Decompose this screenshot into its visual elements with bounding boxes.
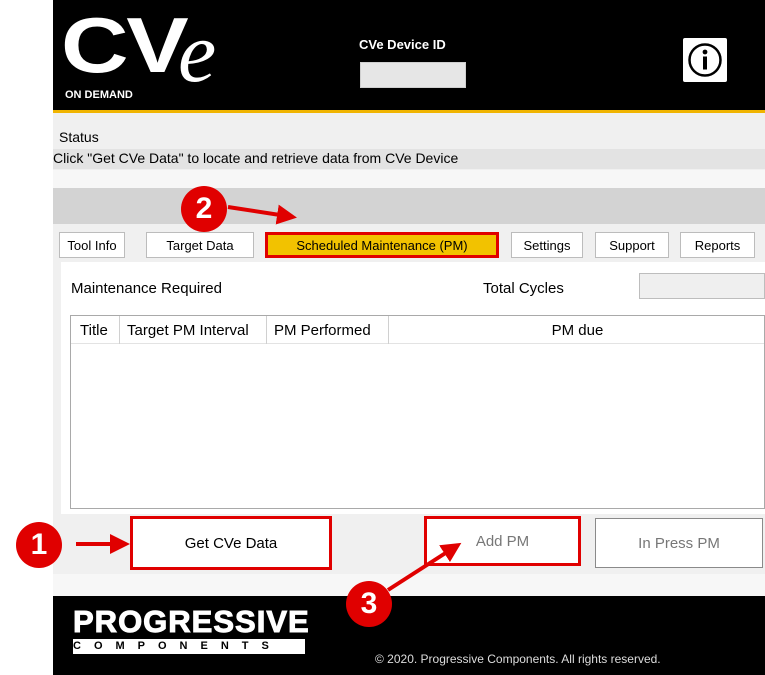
- brand-logo-subtitle: COMPONENTS: [73, 640, 282, 652]
- copyright-text: © 2020. Progressive Components. All righ…: [375, 652, 661, 666]
- tab-reports[interactable]: Reports: [680, 232, 755, 258]
- callout-badge-2: 2: [181, 186, 227, 232]
- callout-badge-1: 1: [16, 522, 62, 568]
- total-cycles-label: Total Cycles: [483, 280, 564, 297]
- tab-strip: Tool Info Target Data Scheduled Maintena…: [53, 228, 765, 262]
- device-id-label: CVe Device ID: [359, 37, 446, 52]
- in-press-pm-button[interactable]: In Press PM: [595, 518, 763, 568]
- get-cve-data-button[interactable]: Get CVe Data: [130, 516, 332, 570]
- footer-spacer: [53, 574, 765, 596]
- device-id-field: [360, 62, 466, 88]
- header-accent-rule: [53, 110, 765, 113]
- status-spacer: [53, 170, 765, 188]
- logo-e: e: [178, 4, 217, 100]
- tab-support[interactable]: Support: [595, 232, 669, 258]
- total-cycles-field: [639, 273, 765, 299]
- logo-cv: CV: [61, 1, 189, 89]
- progress-bar: [53, 188, 765, 224]
- callout-badge-3: 3: [346, 581, 392, 627]
- app-header: CV e ON DEMAND CVe Device ID: [53, 0, 765, 110]
- cve-app-window: CV e ON DEMAND CVe Device ID Status Clic…: [53, 0, 765, 675]
- list-header: Title Target PM Interval PM Performed PM…: [71, 316, 764, 344]
- tab-scheduled-maintenance[interactable]: Scheduled Maintenance (PM): [265, 232, 499, 258]
- maintenance-list[interactable]: Title Target PM Interval PM Performed PM…: [70, 315, 765, 509]
- brand-logo-title: PROGRESSIVE: [73, 604, 310, 640]
- tab-target-data[interactable]: Target Data: [146, 232, 254, 258]
- status-message: Click "Get CVe Data" to locate and retri…: [53, 150, 459, 166]
- status-label: Status: [59, 129, 99, 145]
- logo-subtitle: ON DEMAND: [65, 89, 133, 101]
- column-title[interactable]: Title: [71, 316, 120, 344]
- add-pm-button[interactable]: Add PM: [424, 516, 581, 566]
- info-icon[interactable]: [683, 38, 727, 82]
- tab-settings[interactable]: Settings: [511, 232, 583, 258]
- column-target-pm-interval[interactable]: Target PM Interval: [120, 316, 267, 344]
- tab-tool-info[interactable]: Tool Info: [59, 232, 125, 258]
- column-pm-due[interactable]: PM due: [389, 316, 765, 344]
- column-pm-performed[interactable]: PM Performed: [267, 316, 389, 344]
- maintenance-required-label: Maintenance Required: [71, 280, 222, 297]
